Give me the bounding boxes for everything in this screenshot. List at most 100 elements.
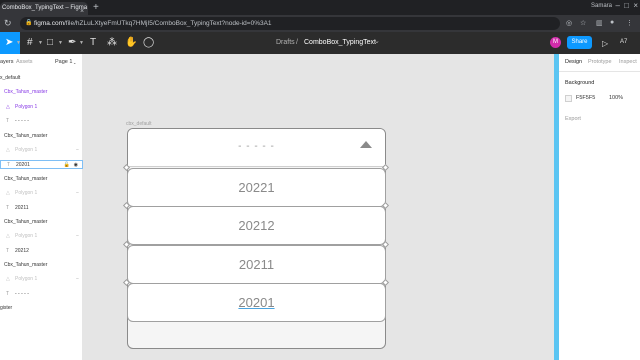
hidden-eye-icon[interactable]: ⌣ — [76, 275, 79, 284]
avatar[interactable]: M — [550, 37, 561, 48]
new-tab-button[interactable]: + — [93, 2, 99, 13]
layer-row[interactable]: x_default — [0, 74, 83, 83]
background-opacity-input[interactable]: 100% — [609, 95, 623, 101]
move-icon: ➤ — [5, 37, 14, 48]
eye-off-icon[interactable]: ◎ — [566, 19, 572, 27]
layer-row[interactable]: T- - - - - — [0, 290, 83, 299]
text-layer-icon: T — [7, 162, 11, 168]
chevron-down-icon[interactable]: ▼ — [79, 40, 84, 46]
layer-label: - - - - - — [15, 291, 29, 297]
layer-row[interactable]: T 20211 — [0, 204, 83, 213]
option-label: 20201 — [238, 295, 275, 310]
comment-icon[interactable]: ◯ — [143, 37, 154, 49]
layer-row[interactable]: △ Polygon 1 ⌣ — [0, 146, 83, 155]
chevron-down-icon[interactable]: ▼ — [38, 40, 43, 46]
share-button[interactable]: Share — [567, 36, 592, 49]
chevron-down-icon[interactable]: ▼ — [16, 40, 21, 46]
layer-row[interactable]: gister — [0, 304, 83, 313]
shape-tool-icon[interactable]: □ — [47, 37, 53, 49]
profile-icon[interactable]: ● — [610, 19, 614, 26]
star-icon[interactable]: ☆ — [580, 19, 586, 27]
window-close-icon[interactable]: × — [633, 1, 638, 10]
layer-label: 20211 — [15, 205, 29, 211]
layer-row[interactable]: Cbx_Tahun_master — [0, 175, 83, 184]
combobox-placeholder: - - - - - — [238, 141, 275, 152]
layer-row[interactable]: △ Polygon 1 ⌣ — [0, 189, 83, 198]
breadcrumb-separator: / — [296, 39, 298, 46]
layer-row[interactable]: △ Polygon 1 — [0, 103, 83, 112]
layer-label: gister — [0, 305, 13, 311]
maximize-icon[interactable]: □ — [624, 1, 629, 10]
frame-tool-icon[interactable]: # — [27, 37, 33, 49]
layer-row[interactable]: Cbx_Tahun_master — [0, 261, 83, 270]
hidden-eye-icon[interactable]: ⌣ — [76, 146, 79, 155]
layer-row[interactable]: Cbx_Tahun_master — [0, 132, 83, 141]
layer-row[interactable]: △ Polygon 1 ⌣ — [0, 232, 83, 241]
reload-icon[interactable]: ↻ — [4, 18, 12, 29]
file-menu-chevron-icon[interactable]: ⌄ — [374, 37, 380, 45]
file-name[interactable]: ComboBox_TypingText — [304, 39, 376, 46]
layer-row[interactable]: Cbx_Tahun_master — [0, 88, 83, 97]
breadcrumb-project[interactable]: Drafts — [276, 39, 295, 46]
layer-label: Cbx_Tahun_master — [4, 262, 48, 268]
hidden-eye-icon[interactable]: ⌣ — [76, 189, 79, 198]
url-input[interactable]: 🔒 figma.com/file/hZLuLXtyeFmUTkq7HMjI5/C… — [20, 17, 560, 30]
layer-label: - - - - - — [15, 118, 29, 124]
export-heading[interactable]: Export — [565, 116, 581, 122]
layer-label: Cbx_Tahun_master — [4, 176, 48, 182]
tab-prototype[interactable]: Prototype — [588, 59, 612, 65]
layer-label: Polygon 1 — [15, 190, 38, 196]
unlock-icon[interactable]: 🔓 — [64, 161, 70, 170]
chevron-down-icon[interactable]: ⌄ — [73, 60, 76, 65]
design-panel: Design Prototype Inspect Background F5F5… — [559, 54, 640, 360]
profile-name[interactable]: Samara — [591, 3, 612, 9]
layer-label: Polygon 1 — [15, 276, 38, 282]
tab-layers[interactable]: ayers — [0, 59, 13, 65]
zoom-level[interactable]: A7 — [620, 39, 627, 45]
pen-tool-icon[interactable]: ✒ — [68, 37, 76, 49]
lock-icon: 🔒 — [25, 20, 33, 26]
resources-icon[interactable]: ⁂ — [107, 37, 117, 49]
menu-icon[interactable]: ⋮ — [626, 19, 633, 27]
text-layer-icon: T — [6, 205, 10, 211]
text-layer-icon: T — [6, 291, 10, 297]
combobox-option[interactable]: 20211 — [127, 245, 386, 284]
polygon-layer-icon: △ — [6, 104, 10, 110]
tab-inspect[interactable]: Inspect — [619, 59, 637, 65]
combobox-option[interactable]: 20212 — [127, 206, 386, 245]
hand-tool-icon[interactable]: ✋ — [125, 37, 137, 49]
tab-assets[interactable]: Assets — [16, 59, 33, 65]
combobox-header[interactable]: - - - - - — [128, 129, 385, 167]
combobox-option[interactable]: 20221 — [127, 168, 386, 207]
browser-tab-bar: ComboBox_TypingText – Figma × + Samara –… — [0, 0, 640, 15]
page-selector[interactable]: Page 1 — [55, 59, 72, 65]
layer-label: Polygon 1 — [15, 104, 38, 110]
layer-label: x_default — [0, 75, 21, 81]
background-hex-input[interactable]: F5F5F5 — [576, 95, 595, 101]
text-layer-icon: T — [6, 118, 10, 124]
browser-tab[interactable]: ComboBox_TypingText – Figma × — [0, 2, 88, 15]
tab-design[interactable]: Design — [565, 59, 582, 65]
minimize-icon[interactable]: – — [616, 1, 620, 10]
layer-row[interactable]: T 20201 🔓 ◉ — [0, 160, 83, 169]
layer-row[interactable]: Cbx_Tahun_master — [0, 218, 83, 227]
layer-label: Cbx_Tahun_master — [4, 133, 48, 139]
layer-row[interactable]: T- - - - - — [0, 117, 83, 126]
layer-row[interactable]: T 20212 — [0, 247, 83, 256]
divider — [559, 71, 640, 72]
close-tab-icon[interactable]: × — [80, 5, 84, 15]
present-icon[interactable]: ▷ — [602, 38, 608, 50]
background-color-swatch[interactable] — [565, 95, 572, 102]
chevron-down-icon[interactable]: ▼ — [58, 40, 63, 46]
browser-address-bar: ↻ 🔒 figma.com/file/hZLuLXtyeFmUTkq7HMjI5… — [0, 15, 640, 32]
hidden-eye-icon[interactable]: ⌣ — [76, 232, 79, 241]
url-host: figma.com — [34, 20, 64, 27]
eye-icon[interactable]: ◉ — [74, 161, 78, 170]
layer-row[interactable]: △ Polygon 1 ⌣ — [0, 275, 83, 284]
text-tool-icon[interactable]: T — [90, 37, 96, 49]
polygon-layer-icon: △ — [6, 147, 10, 153]
sidebar-icon[interactable]: ▥ — [596, 19, 603, 27]
layer-label: Polygon 1 — [15, 147, 38, 153]
frame-label[interactable]: cbx_default — [126, 121, 152, 127]
combobox-option[interactable]: 20201 — [127, 283, 386, 322]
